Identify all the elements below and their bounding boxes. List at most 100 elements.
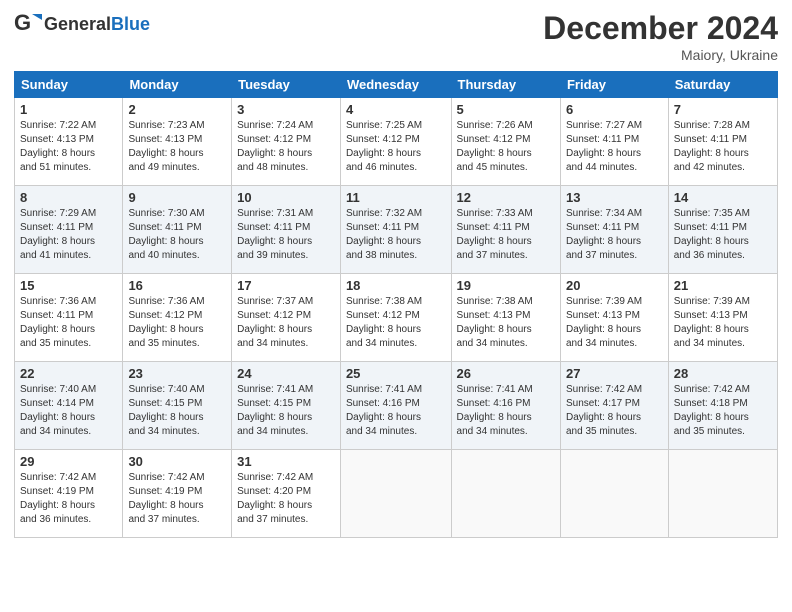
- day-info: Sunrise: 7:41 AMSunset: 4:15 PMDaylight:…: [237, 383, 335, 439]
- table-row: 4 Sunrise: 7:25 AMSunset: 4:12 PMDaylight…: [340, 98, 451, 186]
- day-info: Sunrise: 7:40 AMSunset: 4:15 PMDaylight:…: [128, 383, 226, 439]
- day-number: 9: [128, 190, 226, 205]
- table-row: 11Sunrise: 7:32 AMSunset: 4:11 PMDayligh…: [340, 186, 451, 274]
- day-info: Sunrise: 7:30 AMSunset: 4:11 PMDaylight:…: [128, 207, 226, 263]
- svg-text:G: G: [14, 10, 31, 35]
- calendar-container: G GeneralBlue December 2024 Maiory, Ukra…: [0, 0, 792, 548]
- table-row: 25 Sunrise: 7:41 AMSunset: 4:16 PMDayligh…: [340, 362, 451, 450]
- table-row: 16Sunrise: 7:36 AMSunset: 4:12 PMDayligh…: [123, 274, 232, 362]
- day-number: 13: [566, 190, 663, 205]
- day-info: Sunrise: 7:34 AMSunset: 4:11 PMDaylight:…: [566, 207, 663, 263]
- logo-blue: Blue: [111, 14, 150, 35]
- table-row: [340, 450, 451, 538]
- day-info: Sunrise: 7:42 AMSunset: 4:17 PMDaylight:…: [566, 383, 663, 439]
- calendar-week-row: 22 Sunrise: 7:40 AMSunset: 4:14 PMDayligh…: [15, 362, 778, 450]
- calendar-week-row: 1 Sunrise: 7:22 AMSunset: 4:13 PMDaylight…: [15, 98, 778, 186]
- day-info: Sunrise: 7:41 AMSunset: 4:16 PMDaylight:…: [457, 383, 555, 439]
- day-info: Sunrise: 7:36 AMSunset: 4:12 PMDaylight:…: [128, 295, 226, 351]
- day-info: Sunrise: 7:31 AMSunset: 4:11 PMDaylight:…: [237, 207, 335, 263]
- day-number: 27: [566, 366, 663, 381]
- table-row: 27 Sunrise: 7:42 AMSunset: 4:17 PMDayligh…: [560, 362, 668, 450]
- day-number: 30: [128, 454, 226, 469]
- day-info: Sunrise: 7:42 AMSunset: 4:19 PMDaylight:…: [128, 471, 226, 527]
- calendar-week-row: 29 Sunrise: 7:42 AMSunset: 4:19 PMDayligh…: [15, 450, 778, 538]
- day-number: 24: [237, 366, 335, 381]
- day-number: 5: [457, 102, 555, 117]
- header: G GeneralBlue December 2024 Maiory, Ukra…: [14, 10, 778, 63]
- table-row: [668, 450, 777, 538]
- calendar-week-row: 8Sunrise: 7:29 AMSunset: 4:11 PMDaylight…: [15, 186, 778, 274]
- title-area: December 2024 Maiory, Ukraine: [543, 10, 778, 63]
- table-row: [451, 450, 560, 538]
- table-row: 26 Sunrise: 7:41 AMSunset: 4:16 PMDayligh…: [451, 362, 560, 450]
- day-number: 14: [674, 190, 772, 205]
- col-wednesday: Wednesday: [340, 72, 451, 98]
- table-row: 22 Sunrise: 7:40 AMSunset: 4:14 PMDayligh…: [15, 362, 123, 450]
- table-row: 3Sunrise: 7:24 AMSunset: 4:12 PMDaylight…: [232, 98, 341, 186]
- col-tuesday: Tuesday: [232, 72, 341, 98]
- day-number: 2: [128, 102, 226, 117]
- month-title: December 2024: [543, 10, 778, 47]
- day-number: 15: [20, 278, 117, 293]
- table-row: 10Sunrise: 7:31 AMSunset: 4:11 PMDayligh…: [232, 186, 341, 274]
- day-number: 31: [237, 454, 335, 469]
- day-number: 17: [237, 278, 335, 293]
- day-info: Sunrise: 7:26 AMSunset: 4:12 PMDaylight:…: [457, 119, 555, 175]
- day-info: Sunrise: 7:23 AMSunset: 4:13 PMDaylight:…: [128, 119, 226, 175]
- day-info: Sunrise: 7:39 AMSunset: 4:13 PMDaylight:…: [566, 295, 663, 351]
- day-number: 22: [20, 366, 117, 381]
- day-number: 26: [457, 366, 555, 381]
- logo: G GeneralBlue: [14, 10, 150, 38]
- day-info: Sunrise: 7:40 AMSunset: 4:14 PMDaylight:…: [20, 383, 117, 439]
- day-number: 7: [674, 102, 772, 117]
- day-info: Sunrise: 7:33 AMSunset: 4:11 PMDaylight:…: [457, 207, 555, 263]
- table-row: 14Sunrise: 7:35 AMSunset: 4:11 PMDayligh…: [668, 186, 777, 274]
- table-row: 6Sunrise: 7:27 AMSunset: 4:11 PMDaylight…: [560, 98, 668, 186]
- day-number: 28: [674, 366, 772, 381]
- day-info: Sunrise: 7:24 AMSunset: 4:12 PMDaylight:…: [237, 119, 335, 175]
- day-info: Sunrise: 7:42 AMSunset: 4:19 PMDaylight:…: [20, 471, 117, 527]
- table-row: 13 Sunrise: 7:34 AMSunset: 4:11 PMDayligh…: [560, 186, 668, 274]
- calendar-header-row: Sunday Monday Tuesday Wednesday Thursday…: [15, 72, 778, 98]
- table-row: 21Sunrise: 7:39 AMSunset: 4:13 PMDayligh…: [668, 274, 777, 362]
- day-number: 11: [346, 190, 446, 205]
- col-thursday: Thursday: [451, 72, 560, 98]
- calendar-week-row: 15 Sunrise: 7:36 AMSunset: 4:11 PMDayligh…: [15, 274, 778, 362]
- day-number: 8: [20, 190, 117, 205]
- table-row: 17 Sunrise: 7:37 AMSunset: 4:12 PMDayligh…: [232, 274, 341, 362]
- calendar-table: Sunday Monday Tuesday Wednesday Thursday…: [14, 71, 778, 538]
- day-number: 4: [346, 102, 446, 117]
- col-sunday: Sunday: [15, 72, 123, 98]
- table-row: 9 Sunrise: 7:30 AMSunset: 4:11 PMDaylight…: [123, 186, 232, 274]
- day-number: 29: [20, 454, 117, 469]
- table-row: 12Sunrise: 7:33 AMSunset: 4:11 PMDayligh…: [451, 186, 560, 274]
- day-number: 21: [674, 278, 772, 293]
- table-row: 20 Sunrise: 7:39 AMSunset: 4:13 PMDayligh…: [560, 274, 668, 362]
- table-row: 19 Sunrise: 7:38 AMSunset: 4:13 PMDayligh…: [451, 274, 560, 362]
- table-row: 28Sunrise: 7:42 AMSunset: 4:18 PMDayligh…: [668, 362, 777, 450]
- logo-inner: G GeneralBlue: [14, 10, 150, 38]
- day-info: Sunrise: 7:28 AMSunset: 4:11 PMDaylight:…: [674, 119, 772, 175]
- day-number: 25: [346, 366, 446, 381]
- day-info: Sunrise: 7:38 AMSunset: 4:12 PMDaylight:…: [346, 295, 446, 351]
- day-info: Sunrise: 7:42 AMSunset: 4:20 PMDaylight:…: [237, 471, 335, 527]
- day-number: 1: [20, 102, 117, 117]
- day-info: Sunrise: 7:41 AMSunset: 4:16 PMDaylight:…: [346, 383, 446, 439]
- logo-general: General: [44, 14, 111, 35]
- day-info: Sunrise: 7:36 AMSunset: 4:11 PMDaylight:…: [20, 295, 117, 351]
- table-row: 5 Sunrise: 7:26 AMSunset: 4:12 PMDaylight…: [451, 98, 560, 186]
- day-info: Sunrise: 7:22 AMSunset: 4:13 PMDaylight:…: [20, 119, 117, 175]
- table-row: 15 Sunrise: 7:36 AMSunset: 4:11 PMDayligh…: [15, 274, 123, 362]
- day-number: 20: [566, 278, 663, 293]
- day-info: Sunrise: 7:37 AMSunset: 4:12 PMDaylight:…: [237, 295, 335, 351]
- day-number: 18: [346, 278, 446, 293]
- table-row: 1 Sunrise: 7:22 AMSunset: 4:13 PMDaylight…: [15, 98, 123, 186]
- col-saturday: Saturday: [668, 72, 777, 98]
- day-info: Sunrise: 7:38 AMSunset: 4:13 PMDaylight:…: [457, 295, 555, 351]
- day-info: Sunrise: 7:25 AMSunset: 4:12 PMDaylight:…: [346, 119, 446, 175]
- day-number: 19: [457, 278, 555, 293]
- table-row: 30 Sunrise: 7:42 AMSunset: 4:19 PMDayligh…: [123, 450, 232, 538]
- table-row: 18 Sunrise: 7:38 AMSunset: 4:12 PMDayligh…: [340, 274, 451, 362]
- table-row: [560, 450, 668, 538]
- col-monday: Monday: [123, 72, 232, 98]
